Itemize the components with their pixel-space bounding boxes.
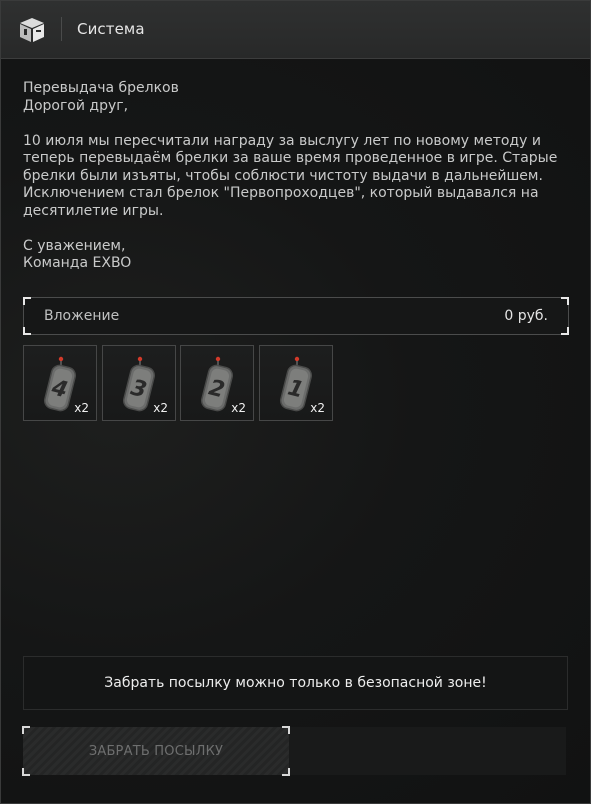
safe-zone-notice: Забрать посылку можно только в безопасно…	[23, 656, 568, 710]
message-body: Перевыдача брелков Дорогой друг, 10 июля…	[23, 80, 573, 273]
message-greeting: Дорогой друг,	[23, 97, 129, 114]
message-text-line: десятилетие игры.	[23, 202, 164, 219]
attachment-money-value: 0 руб.	[504, 308, 548, 324]
attachment-label: Вложение	[44, 308, 120, 324]
attachment-bar: Вложение 0 руб.	[23, 297, 569, 335]
message-subject: Перевыдача брелков	[23, 80, 179, 96]
item-quantity: x2	[74, 401, 89, 415]
mail-header: Система	[1, 1, 590, 59]
message-text-line: брелки были изъяты, чтобы соблюсти чисто…	[23, 167, 543, 184]
message-signature: Команда EXBO	[23, 255, 132, 271]
attachment-item-slot[interactable]: 4 x2	[23, 345, 97, 421]
item-quantity: x2	[310, 401, 325, 415]
message-text-line: 10 июля мы пересчитали награду за выслуг…	[23, 132, 541, 149]
notice-text: Забрать посылку можно только в безопасно…	[104, 675, 487, 691]
item-quantity: x2	[231, 401, 246, 415]
header-divider	[61, 17, 62, 41]
take-parcel-label: ЗАБРАТЬ ПОСЫЛКУ	[88, 744, 224, 759]
message-signoff: С уважением,	[23, 237, 126, 254]
message-text-line: Исключением стал брелок "Первопроходцев"…	[23, 185, 539, 201]
message-text-line: теперь перевыдаём брелки за ваше время п…	[23, 150, 558, 166]
attachment-item-slot[interactable]: 3 x2	[102, 345, 176, 421]
take-parcel-button[interactable]: ЗАБРАТЬ ПОСЫЛКУ	[22, 726, 290, 776]
attachment-item-slot[interactable]: 2 x2	[180, 345, 254, 421]
attachment-item-slot[interactable]: 1 x2	[259, 345, 333, 421]
mail-window: Система Перевыдача брелков Дорогой друг,…	[0, 0, 591, 804]
item-quantity: x2	[153, 401, 168, 415]
package-icon	[20, 18, 44, 42]
sender-title: Система	[77, 20, 145, 38]
